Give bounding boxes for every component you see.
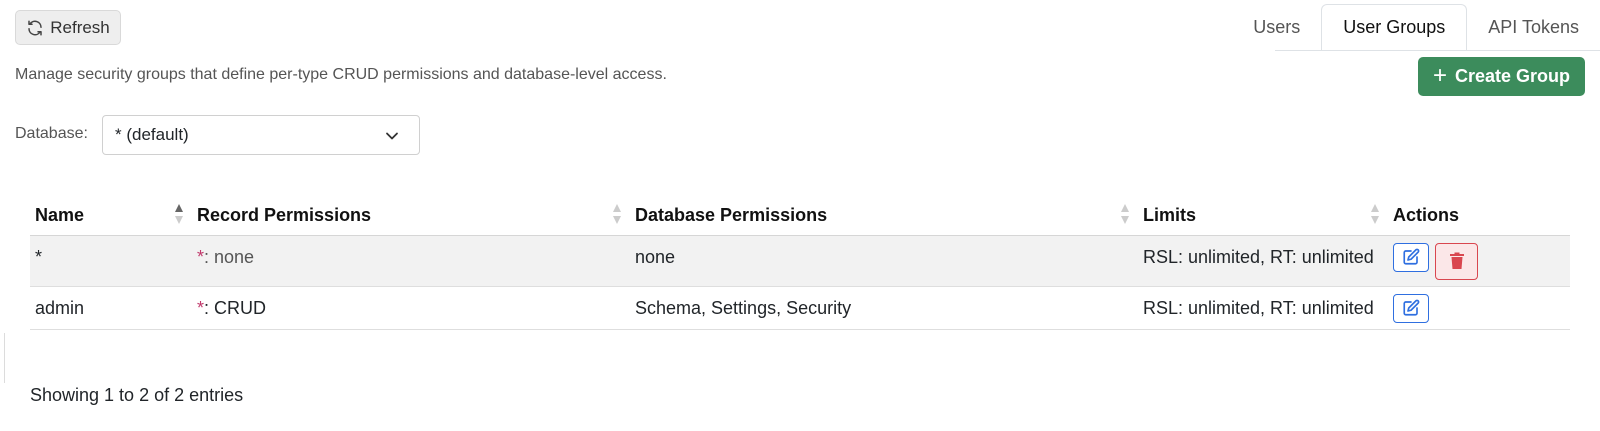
plus-icon: + <box>1432 61 1447 89</box>
delete-group-button[interactable] <box>1435 242 1478 280</box>
groups-table: Name Record Permissions Database Permiss… <box>30 197 1570 330</box>
tab-divider <box>1275 50 1600 51</box>
tab-users[interactable]: Users <box>1232 4 1321 51</box>
column-header-limits[interactable]: Limits <box>1138 197 1388 236</box>
cell-record-permissions: *: CRUD <box>192 286 630 330</box>
table-header-row: Name Record Permissions Database Permiss… <box>30 197 1570 236</box>
sort-icon <box>1121 204 1129 224</box>
table-info: Showing 1 to 2 of 2 entries <box>30 385 244 405</box>
table-row: admin *: CRUD Schema, Settings, Security… <box>30 286 1570 330</box>
edit-group-button[interactable] <box>1393 242 1429 272</box>
database-label: Database: <box>15 125 88 142</box>
chevron-down-icon <box>386 132 398 140</box>
trash-icon <box>1449 252 1464 269</box>
column-header-actions: Actions <box>1388 197 1570 236</box>
cell-database-permissions: Schema, Settings, Security <box>630 286 1138 330</box>
cell-actions <box>1388 235 1570 287</box>
sort-icon <box>613 204 621 224</box>
database-selected-value: * (default) <box>115 125 189 144</box>
cell-limits: RSL: unlimited, RT: unlimited <box>1138 235 1388 287</box>
page-description: Manage security groups that define per-t… <box>15 66 667 83</box>
cell-database-permissions: none <box>630 235 1138 287</box>
column-header-record-permissions[interactable]: Record Permissions <box>192 197 630 236</box>
wildcard-type: * <box>197 297 205 318</box>
edit-icon <box>1403 248 1420 265</box>
table-row: * *: none none RSL: unlimited, RT: unlim… <box>30 235 1570 287</box>
tab-user-groups[interactable]: User Groups <box>1321 4 1468 51</box>
panel-edge <box>0 333 5 383</box>
cell-name: admin <box>30 286 192 330</box>
create-group-label: Create Group <box>1454 66 1571 86</box>
refresh-icon <box>28 20 42 35</box>
database-select[interactable]: * (default) <box>102 115 420 155</box>
column-header-database-permissions[interactable]: Database Permissions <box>630 197 1138 236</box>
refresh-button[interactable]: Refresh <box>15 10 121 45</box>
column-header-name[interactable]: Name <box>30 197 192 236</box>
sort-icon <box>175 204 183 224</box>
cell-limits: RSL: unlimited, RT: unlimited <box>1138 286 1388 330</box>
cell-actions <box>1388 286 1570 330</box>
tab-api-tokens[interactable]: API Tokens <box>1467 4 1600 51</box>
wildcard-type: * <box>197 246 205 267</box>
edit-icon <box>1403 299 1420 316</box>
cell-record-permissions: *: none <box>192 235 630 287</box>
cell-name: * <box>30 235 192 287</box>
sort-icon <box>1371 204 1379 224</box>
refresh-label: Refresh <box>50 17 110 37</box>
create-group-button[interactable]: + Create Group <box>1418 57 1585 96</box>
tab-bar: Users User Groups API Tokens <box>1232 4 1600 51</box>
edit-group-button[interactable] <box>1393 293 1429 323</box>
